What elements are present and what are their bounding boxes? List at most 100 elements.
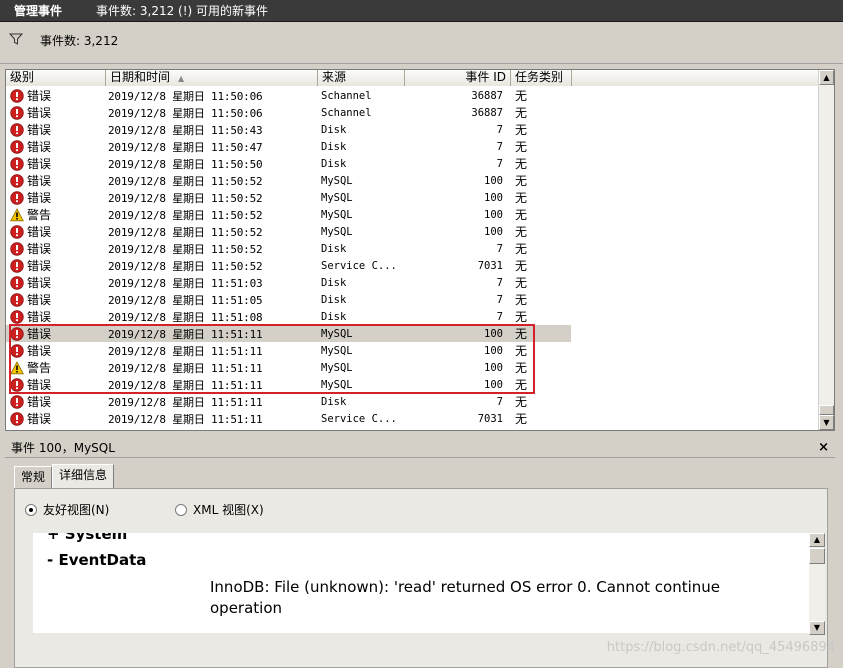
detail-scrollbar[interactable]: ▲ ▼ [809, 533, 825, 635]
error-icon [10, 394, 27, 409]
error-icon [10, 224, 27, 239]
datetime-cell: 2019/12/8 星期日 11:51:11 [108, 412, 263, 426]
error-icon [10, 275, 27, 290]
datetime-cell: 2019/12/8 星期日 11:50:52 [108, 242, 263, 256]
column-level[interactable]: 级别 [6, 70, 106, 86]
eventdata-node[interactable]: - EventData [47, 551, 146, 569]
task-cell: 无 [515, 123, 528, 137]
event-id-cell: 7 [496, 276, 503, 289]
list-scrollbar[interactable]: ▲ ▼ [818, 70, 834, 430]
source-cell: Disk [321, 242, 347, 255]
column-header: 级别 日期和时间 ▲ 来源 事件 ID 任务类别 [6, 70, 818, 86]
close-icon[interactable]: × [818, 440, 829, 455]
level-cell: 错误 [6, 138, 106, 155]
datetime-cell: 2019/12/8 星期日 11:51:03 [108, 276, 263, 290]
table-row[interactable]: 错误 2019/12/8 星期日 11:50:50 Disk 7 无 [6, 155, 818, 172]
event-list[interactable]: 级别 日期和时间 ▲ 来源 事件 ID 任务类别 错误 2019/12/8 星期日 … [5, 69, 835, 431]
source-cell: Disk [321, 123, 347, 136]
system-node[interactable]: + System [47, 533, 127, 543]
scroll-thumb[interactable] [819, 405, 834, 415]
task-cell: 无 [515, 412, 528, 426]
level-cell: 错误 [6, 223, 106, 240]
column-source[interactable]: 来源 [318, 70, 405, 86]
table-row[interactable]: 错误 2019/12/8 星期日 11:50:52 MySQL 100 无 [6, 189, 818, 206]
sort-asc-icon: ▲ [178, 74, 185, 83]
level-text: 错误 [27, 293, 52, 307]
table-row[interactable]: 错误 2019/12/8 星期日 11:50:06 Schannel 36887 无 [6, 104, 818, 121]
column-datetime[interactable]: 日期和时间 ▲ [106, 70, 318, 86]
level-cell: 错误 [6, 155, 106, 172]
datetime-cell: 2019/12/8 星期日 11:51:05 [108, 293, 263, 307]
table-row[interactable]: 错误 2019/12/8 星期日 11:51:08 Disk 7 无 [6, 308, 818, 325]
event-id-cell: 7031 [477, 412, 503, 425]
level-cell: 错误 [6, 274, 106, 291]
task-cell: 无 [515, 106, 528, 120]
datetime-cell: 2019/12/8 星期日 11:50:52 [108, 225, 263, 239]
level-cell: 错误 [6, 393, 106, 410]
table-row[interactable]: 错误 2019/12/8 星期日 11:50:06 Schannel 36887 无 [6, 87, 818, 104]
detail-scroll-thumb[interactable] [809, 548, 825, 564]
filter-icon[interactable] [9, 32, 23, 46]
column-task[interactable]: 任务类别 [511, 70, 572, 86]
event-id-cell: 7 [496, 140, 503, 153]
detail-scroll-up-icon[interactable]: ▲ [809, 533, 825, 547]
event-detail-content[interactable]: + System - EventData InnoDB: File (unkno… [33, 533, 809, 633]
task-cell: 无 [515, 242, 528, 256]
task-cell: 无 [515, 310, 528, 324]
table-row[interactable]: 错误 2019/12/8 星期日 11:50:52 Disk 7 无 [6, 240, 818, 257]
event-id-cell: 7 [496, 293, 503, 306]
task-cell: 无 [515, 293, 528, 307]
scroll-down-icon[interactable]: ▼ [819, 415, 834, 430]
friendly-view-radio[interactable]: 友好视图(N) [25, 501, 109, 518]
source-cell: Service C... [321, 412, 397, 425]
datetime-cell: 2019/12/8 星期日 11:50:52 [108, 259, 263, 273]
table-row[interactable]: 错误 2019/12/8 星期日 11:50:43 Disk 7 无 [6, 121, 818, 138]
tab-general[interactable]: 常规 [14, 466, 53, 488]
table-row[interactable]: 错误 2019/12/8 星期日 11:51:11 Service C... 7031… [6, 410, 818, 427]
level-cell: 错误 [6, 172, 106, 189]
level-cell: 错误 [6, 121, 106, 138]
source-cell: Schannel [321, 89, 372, 102]
xml-view-label: XML 视图(X) [193, 503, 264, 517]
tab-details[interactable]: 详细信息 [52, 464, 115, 488]
error-icon [10, 105, 27, 120]
task-cell: 无 [515, 174, 528, 188]
table-row[interactable]: 错误 2019/12/8 星期日 11:51:11 Disk 7 无 [6, 393, 818, 410]
task-cell: 无 [515, 89, 528, 103]
table-row[interactable]: 警告 2019/12/8 星期日 11:50:52 MySQL 100 无 [6, 206, 818, 223]
table-row[interactable]: 错误 2019/12/8 星期日 11:50:47 Disk 7 无 [6, 138, 818, 155]
level-cell: 错误 [6, 257, 106, 274]
level-text: 错误 [27, 259, 52, 273]
event-id-cell: 36887 [471, 106, 503, 119]
table-row[interactable]: 错误 2019/12/8 星期日 11:50:52 Service C... 7031… [6, 257, 818, 274]
source-cell: Disk [321, 157, 347, 170]
datetime-cell: 2019/12/8 星期日 11:50:47 [108, 140, 263, 154]
highlight-box [9, 324, 535, 394]
xml-view-radio[interactable]: XML 视图(X) [175, 501, 264, 518]
detail-header: 事件 100，MySQL × [5, 438, 835, 458]
warning-icon [10, 207, 27, 222]
source-cell: Disk [321, 276, 347, 289]
table-row[interactable]: 错误 2019/12/8 星期日 11:51:05 Disk 7 无 [6, 291, 818, 308]
level-cell: 错误 [6, 410, 106, 427]
datetime-cell: 2019/12/8 星期日 11:51:11 [108, 395, 263, 409]
radio-checked-icon [25, 503, 37, 516]
error-icon [10, 258, 27, 273]
table-row[interactable]: 错误 2019/12/8 星期日 11:50:52 MySQL 100 无 [6, 223, 818, 240]
datetime-cell: 2019/12/8 星期日 11:50:43 [108, 123, 263, 137]
table-row[interactable]: 错误 2019/12/8 星期日 11:51:03 Disk 7 无 [6, 274, 818, 291]
task-cell: 无 [515, 225, 528, 239]
watermark: https://blog.csdn.net/qq_45496894 [606, 640, 835, 655]
datetime-cell: 2019/12/8 星期日 11:50:52 [108, 208, 263, 222]
error-icon [10, 173, 27, 188]
column-event-id[interactable]: 事件 ID [405, 70, 511, 86]
scroll-up-icon[interactable]: ▲ [819, 70, 834, 85]
event-id-cell: 7 [496, 395, 503, 408]
table-row[interactable]: 错误 2019/12/8 星期日 11:50:52 MySQL 100 无 [6, 172, 818, 189]
detail-tabs: 常规 详细信息 [14, 464, 115, 488]
detail-pane: 事件 100，MySQL × 常规 详细信息 友好视图(N) XML 视图(X)… [0, 434, 843, 668]
task-cell: 无 [515, 259, 528, 273]
detail-scroll-down-icon[interactable]: ▼ [809, 621, 825, 635]
event-id-cell: 7 [496, 157, 503, 170]
level-cell: 错误 [6, 189, 106, 206]
